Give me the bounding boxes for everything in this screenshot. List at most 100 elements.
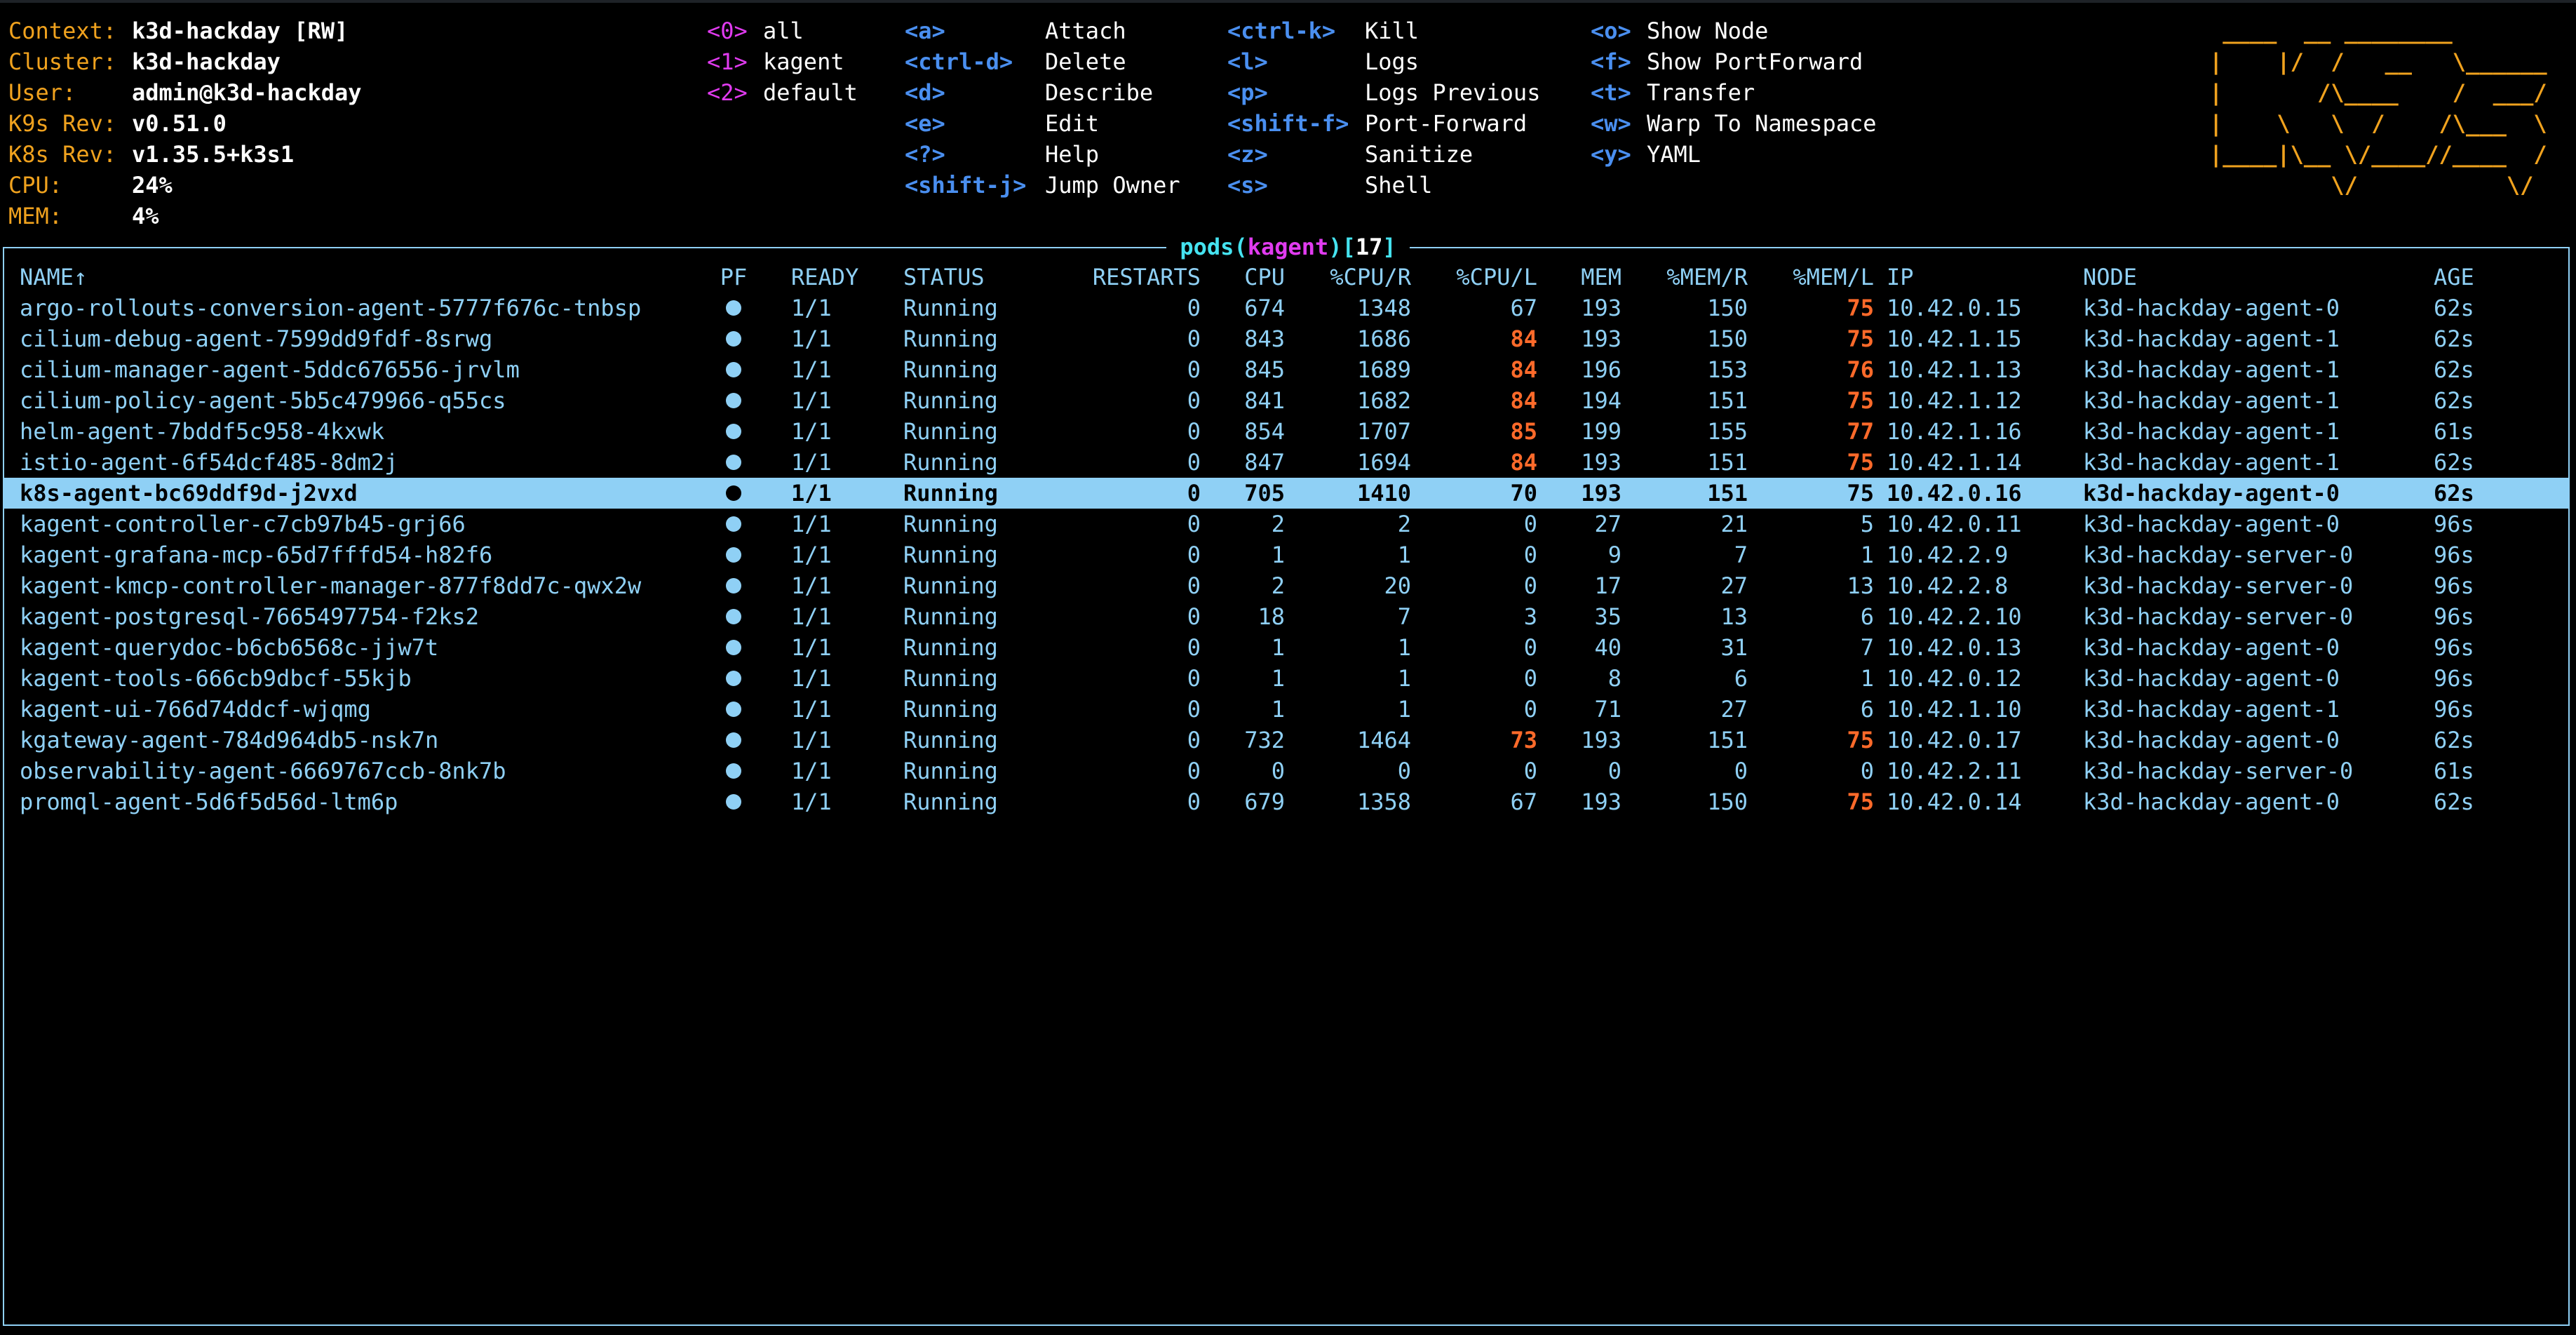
pod-cpu-r: 1 [1397,634,1411,661]
table-row[interactable]: observability-agent-6669767ccb-8nk7b 1/1 R… [3,756,2570,786]
pod-mem: 35 [1594,603,1621,630]
menu-item-attach[interactable]: <a> Attach [905,15,1180,46]
table-row[interactable]: cilium-policy-agent-5b5c479966-q55cs 1/1 R… [3,385,2570,416]
menu-item-help[interactable]: <?> Help [905,139,1180,170]
info-value: k3d-hackday [RW] [132,18,349,44]
pod-ip: 10.42.0.13 [1887,634,2022,661]
pod-cpu: 1 [1271,542,1285,568]
col-cpu-r[interactable]: %CPU/R [1307,262,1411,293]
table-row[interactable]: istio-agent-6f54dcf485-8dm2j 1/1 Running 0 8… [3,447,2570,478]
status-dot-icon [726,547,741,563]
col-ip[interactable]: IP [1887,262,1914,293]
table-row[interactable]: kagent-kmcp-controller-manager-877f8dd7c… [3,570,2570,601]
col-mem-l[interactable]: %MEM/L [1784,262,1874,293]
pod-mem: 193 [1581,449,1621,476]
col-status[interactable]: STATUS [903,262,985,293]
table-row[interactable]: kagent-grafana-mcp-65d7fffd54-h82f6 1/1 Ru… [3,539,2570,570]
menu-item-show-node[interactable]: <o> Show Node [1591,15,1877,46]
info-label: CPU: [8,172,63,199]
menu-item-logs-previous[interactable]: <p> Logs Previous [1227,77,1540,108]
pod-ready: 1/1 [791,572,832,599]
pod-status: Running [903,356,998,383]
pod-mem-l: 77 [1847,418,1874,445]
table-row[interactable]: k8s-agent-bc69ddf9d-j2vxd 1/1 Running 0 705 1… [3,478,2570,509]
table-row[interactable]: kgateway-agent-784d964db5-nsk7n 1/1 Runnin… [3,725,2570,756]
col-age[interactable]: AGE [2434,262,2474,293]
menu-item-jump-owner[interactable]: <shift-j> Jump Owner [905,170,1180,201]
col-pf[interactable]: PF [718,262,749,293]
pod-mem-l: 75 [1847,727,1874,753]
menu-key: <o> [1591,18,1631,44]
col-restarts[interactable]: RESTARTS [1083,262,1201,293]
table-row[interactable]: cilium-manager-agent-5ddc676556-jrvlm 1/1… [3,354,2570,385]
col-name[interactable]: NAME↑ [20,262,87,293]
pods-table[interactable]: NAME↑ PF READY STATUS RESTARTS CPU %CPU/… [3,262,2570,817]
pod-name: helm-agent-7bddf5c958-4kxwk [20,418,385,445]
menu-item-logs[interactable]: <l> Logs [1227,46,1540,77]
col-mem[interactable]: MEM [1560,262,1621,293]
pod-cpu-l: 0 [1523,665,1537,692]
namespace-shortcut-all[interactable]: <0> all [707,15,858,46]
pod-mem: 27 [1594,511,1621,537]
menu-item-transfer[interactable]: <t> Transfer [1591,77,1877,108]
pod-name: kagent-tools-666cb9dbcf-55kjb [20,665,412,692]
menu-action: Logs [1365,48,1420,75]
pod-name: kagent-grafana-mcp-65d7fffd54-h82f6 [20,542,493,568]
pod-name: kagent-ui-766d74ddcf-wjqmg [20,696,371,723]
table-row[interactable]: argo-rollouts-conversion-agent-5777f676c… [3,293,2570,323]
pod-restarts: 0 [1187,603,1201,630]
menu-item-sanitize[interactable]: <z> Sanitize [1227,139,1540,170]
menu-action: Sanitize [1365,141,1474,168]
pod-ready: 1/1 [791,480,832,507]
pod-mem: 193 [1581,326,1621,352]
pod-mem-r: 13 [1720,603,1748,630]
pod-mem-r: 7 [1734,542,1748,568]
table-row[interactable]: kagent-tools-666cb9dbcf-55kjb 1/1 Running 0… [3,663,2570,694]
col-cpu[interactable]: CPU [1223,262,1285,293]
paren-close: ) [1328,234,1342,260]
col-ready[interactable]: READY [791,262,858,293]
bracket-open: [ [1342,234,1356,260]
menu-item-edit[interactable]: <e> Edit [905,108,1180,139]
menu-item-delete[interactable]: <ctrl-d> Delete [905,46,1180,77]
menu-item-shell[interactable]: <s> Shell [1227,170,1540,201]
menu-action: Describe [1045,79,1154,106]
pod-restarts: 0 [1187,418,1201,445]
pod-cpu-r: 2 [1397,511,1411,537]
namespace-shortcut-kagent[interactable]: <1> kagent [707,46,858,77]
info-value: k3d-hackday [132,48,281,75]
info-row: CPU: 24% [8,170,362,201]
pod-name: promql-agent-5d6f5d56d-ltm6p [20,789,398,815]
menu-action: Shell [1365,172,1433,199]
menu-item-describe[interactable]: <d> Describe [905,77,1180,108]
pod-restarts: 0 [1187,665,1201,692]
col-node[interactable]: NODE [2083,262,2137,293]
pod-mem-r: 31 [1720,634,1748,661]
pod-mem-l: 75 [1847,295,1874,321]
table-row[interactable]: kagent-querydoc-b6cb6568c-jjw7t 1/1 Runnin… [3,632,2570,663]
table-row[interactable]: helm-agent-7bddf5c958-4kxwk 1/1 Running 0 85… [3,416,2570,447]
menu-item-port-forward[interactable]: <shift-f> Port-Forward [1227,108,1540,139]
table-row[interactable]: kagent-controller-c7cb97b45-grj66 1/1 Runn… [3,509,2570,539]
pod-status: Running [903,789,998,815]
pod-status: Running [903,603,998,630]
menu-item-show-portforward[interactable]: <f> Show PortForward [1591,46,1877,77]
port-forward-indicator [718,694,749,725]
table-row[interactable]: cilium-debug-agent-7599dd9fdf-8srwg 1/1 Ru… [3,323,2570,354]
col-mem-r[interactable]: %MEM/R [1644,262,1748,293]
menu-item-warp-to-namespace[interactable]: <w> Warp To Namespace [1591,108,1877,139]
table-row[interactable]: kagent-ui-766d74ddcf-wjqmg 1/1 Running 0 1 1 0… [3,694,2570,725]
namespace-shortcut-default[interactable]: <2> default [707,77,858,108]
table-row[interactable]: promql-agent-5d6f5d56d-ltm6p 1/1 Running 0 6… [3,786,2570,817]
menu-item-yaml[interactable]: <y> YAML [1591,139,1877,170]
menu-action: Kill [1365,18,1420,44]
status-dot-icon [726,485,741,501]
port-forward-indicator [718,725,749,756]
menu-item-kill[interactable]: <ctrl-k> Kill [1227,15,1540,46]
table-row[interactable]: kagent-postgresql-7665497754-f2ks2 1/1 Run… [3,601,2570,632]
pod-name: cilium-debug-agent-7599dd9fdf-8srwg [20,326,493,352]
pod-cpu: 2 [1271,572,1285,599]
pod-restarts: 0 [1187,511,1201,537]
col-cpu-l[interactable]: %CPU/L [1448,262,1537,293]
pod-mem: 193 [1581,789,1621,815]
